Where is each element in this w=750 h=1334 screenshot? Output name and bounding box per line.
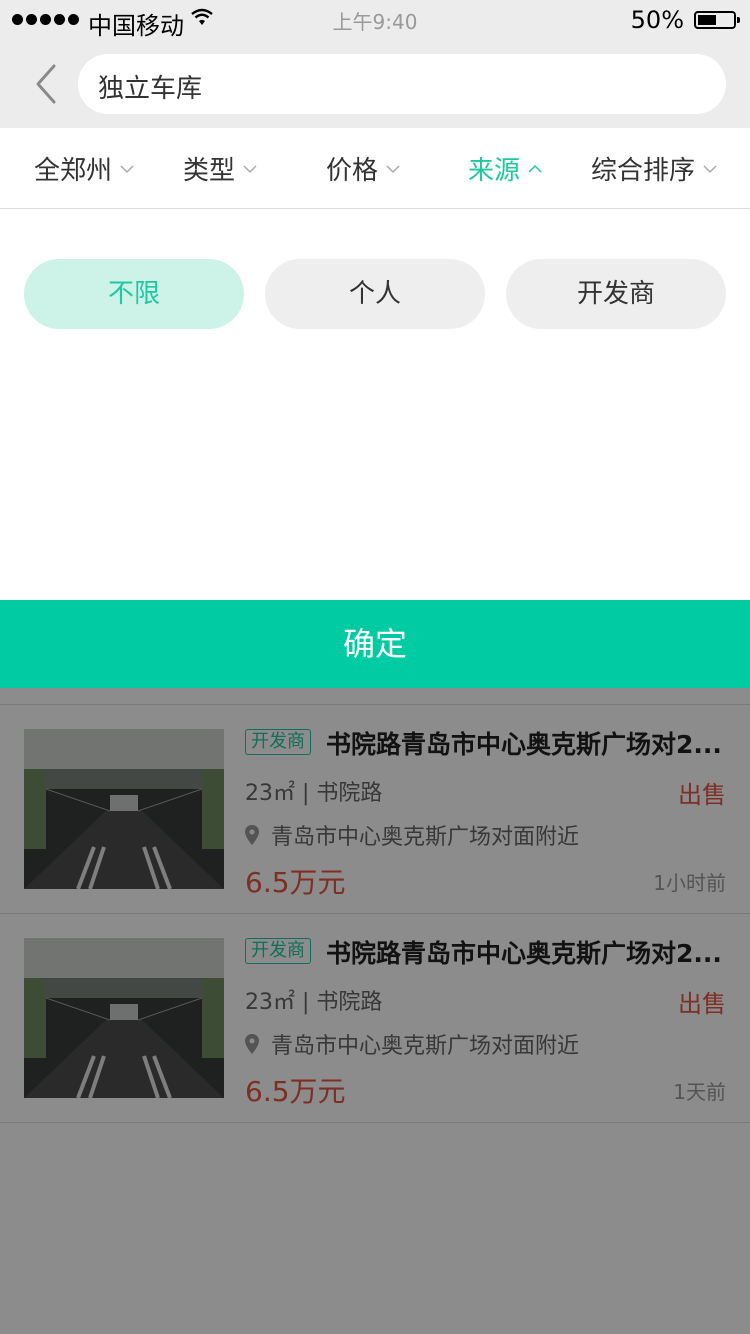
- source-option-unlimited[interactable]: 不限: [24, 259, 244, 329]
- filter-bar: 全郑州 类型 价格 来源 综合排序: [0, 128, 750, 209]
- dim-overlay[interactable]: [0, 688, 750, 1334]
- filter-source[interactable]: 来源: [468, 150, 542, 187]
- filter-type[interactable]: 类型: [183, 150, 257, 187]
- source-option-developer[interactable]: 开发商: [506, 259, 726, 329]
- chevron-down-icon: [386, 164, 400, 173]
- filter-label: 价格: [326, 156, 379, 186]
- battery-percent: 50%: [630, 6, 684, 34]
- filter-label: 全郑州: [34, 156, 113, 186]
- status-bar: 中国移动 上午9:40 50%: [0, 0, 750, 40]
- source-filter-panel: 不限 个人 开发商: [0, 209, 750, 600]
- filter-label: 来源: [468, 156, 521, 186]
- filter-price[interactable]: 价格: [326, 150, 400, 187]
- chevron-down-icon: [703, 164, 717, 173]
- chevron-down-icon: [120, 164, 134, 173]
- nav-bar: 独立车库: [0, 40, 750, 128]
- confirm-button[interactable]: 确定: [0, 600, 750, 688]
- filter-label: 类型: [183, 156, 236, 186]
- search-query: 独立车库: [98, 74, 203, 104]
- battery-icon: [694, 11, 740, 29]
- filter-label: 综合排序: [591, 156, 696, 186]
- chevron-down-icon: [243, 164, 257, 173]
- search-input[interactable]: 独立车库: [78, 54, 726, 114]
- filter-city[interactable]: 全郑州: [34, 150, 134, 187]
- chevron-up-icon: [528, 164, 542, 173]
- back-arrow-icon[interactable]: [30, 62, 62, 106]
- source-option-individual[interactable]: 个人: [265, 259, 485, 329]
- filter-sort[interactable]: 综合排序: [591, 150, 717, 187]
